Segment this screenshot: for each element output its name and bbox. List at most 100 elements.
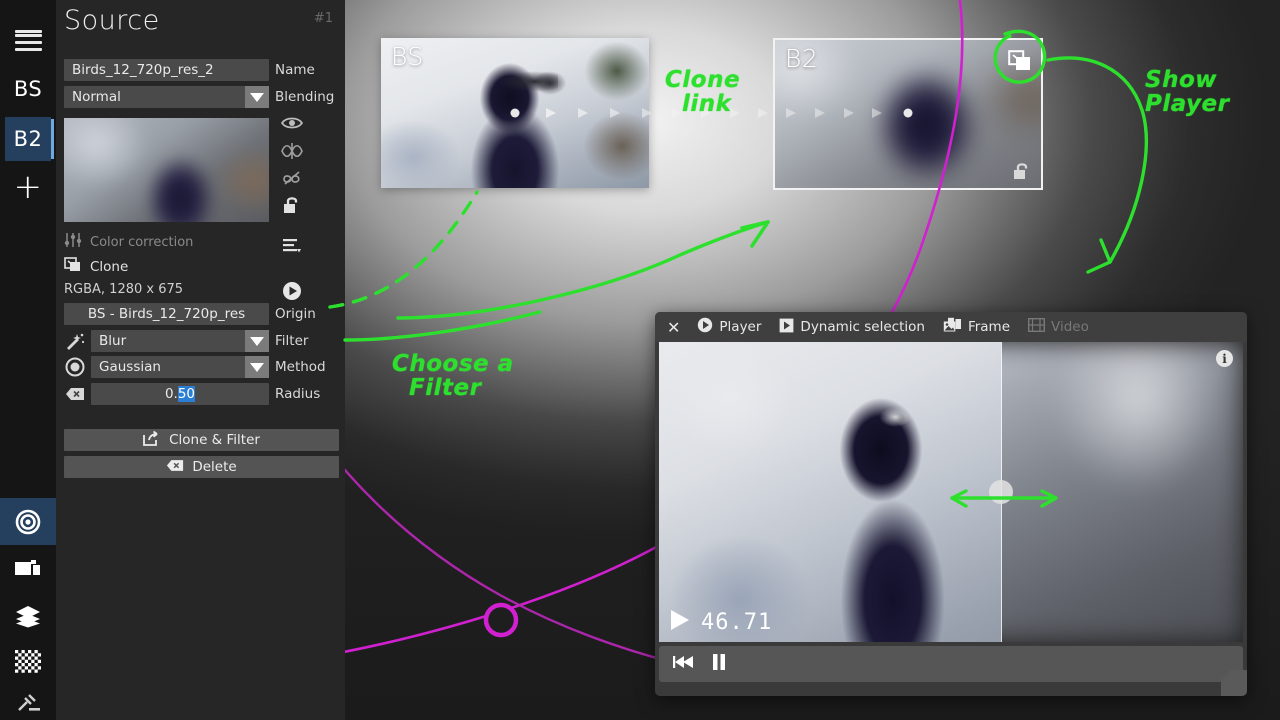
sliders-icon <box>64 232 82 252</box>
play-source-button[interactable] <box>279 278 305 304</box>
visibility-toggle[interactable] <box>279 110 305 136</box>
format-label: RGBA, 1280 x 675 <box>64 282 183 297</box>
name-input[interactable]: Birds_12_720p_res_2 <box>64 59 269 81</box>
blending-label: Blending <box>275 86 334 108</box>
layers-icon[interactable] <box>0 592 56 639</box>
filter-select-value: Blur <box>99 333 126 349</box>
list-menu-icon <box>279 232 305 258</box>
original-frame-image <box>659 342 1001 642</box>
tab-video[interactable]: Video <box>1019 312 1098 342</box>
filtered-frame-image <box>1001 342 1243 642</box>
player-tab-bar: ✕ Player Dynamic selection <box>655 312 1247 342</box>
film-icon <box>1028 318 1045 336</box>
name-input-value: Birds_12_720p_res_2 <box>72 62 214 78</box>
clone-and-filter-button[interactable]: Clone & Filter <box>64 429 339 451</box>
tab-player[interactable]: Player <box>688 312 770 342</box>
player-view-original <box>659 342 1001 642</box>
color-correction-row[interactable]: Color correction <box>64 232 193 252</box>
link-toggle[interactable] <box>279 166 305 192</box>
clone-and-filter-label: Clone & Filter <box>169 432 260 448</box>
app-root: BS B2 + <box>0 0 1280 720</box>
origin-label: Origin <box>275 303 316 325</box>
source-target-icon[interactable] <box>0 498 56 545</box>
filter-label: Filter <box>275 330 308 352</box>
radius-input[interactable]: 0.50 <box>91 383 269 405</box>
close-button[interactable]: ✕ <box>665 312 688 342</box>
canvas-card-bs[interactable]: BS <box>381 38 649 188</box>
pause-button[interactable] <box>711 653 727 675</box>
page-title: Source <box>64 5 160 36</box>
delete-icon <box>166 459 184 476</box>
clone-icon[interactable] <box>1007 48 1033 74</box>
lock-toggle[interactable] <box>279 192 305 218</box>
radius-value-selected: 50 <box>178 386 195 402</box>
panel-index-label: #1 <box>314 11 333 26</box>
split-slider-handle[interactable] <box>989 480 1013 504</box>
filter-select[interactable]: Blur <box>91 330 269 352</box>
method-select-value: Gaussian <box>99 359 161 375</box>
source-thumbnail-preview[interactable] <box>64 118 269 222</box>
radius-input-value: 0.50 <box>91 386 269 402</box>
card-b2-label: B2 <box>785 44 818 73</box>
unlock-icon[interactable] <box>1011 160 1033 182</box>
clone-row[interactable]: Clone <box>64 257 128 277</box>
alpha-toggle[interactable] <box>279 138 305 164</box>
square-play-icon <box>779 318 794 337</box>
tab-player-label: Player <box>719 319 761 335</box>
radius-value-prefix: 0. <box>165 386 178 402</box>
timecode-value: 46.71 <box>701 610 772 635</box>
color-correction-menu[interactable] <box>279 232 305 258</box>
player-viewport[interactable]: i 46.71 <box>659 342 1243 642</box>
delete-button[interactable]: Delete <box>64 456 339 478</box>
circle-play-icon <box>697 317 713 337</box>
blending-select-value: Normal <box>72 89 121 105</box>
player-controls <box>659 646 1243 682</box>
chevron-down-icon[interactable] <box>245 86 269 108</box>
checkerboard-icon[interactable] <box>0 639 56 686</box>
info-icon[interactable]: i <box>1216 350 1233 367</box>
method-label: Method <box>275 356 326 378</box>
alpha-icon <box>279 138 305 164</box>
eyedropper-icon[interactable] <box>0 686 56 720</box>
source-panel: Source #1 Birds_12_720p_res_2 Name Norma… <box>56 0 345 720</box>
chevron-down-icon[interactable] <box>245 330 269 352</box>
color-correction-label: Color correction <box>90 235 193 250</box>
layer-tab-b2-label: B2 <box>14 127 43 151</box>
frames-icon[interactable] <box>0 545 56 592</box>
delete-label: Delete <box>192 459 236 475</box>
origin-select[interactable]: BS - Birds_12_720p_res <box>64 303 269 325</box>
origin-select-value: BS - Birds_12_720p_res <box>88 306 245 322</box>
clone-label: Clone <box>90 259 128 275</box>
chevron-down-icon[interactable] <box>245 356 269 378</box>
resize-grip[interactable] <box>1221 670 1247 696</box>
tab-frame[interactable]: Frame <box>934 312 1019 342</box>
add-layer-button[interactable]: + <box>5 165 51 209</box>
layer-tab-bs-label: BS <box>14 77 42 101</box>
image-icon <box>943 317 962 337</box>
clear-field-icon[interactable] <box>64 383 86 405</box>
rail-bottom-group <box>0 498 56 720</box>
play-icon[interactable] <box>669 608 691 636</box>
left-icon-rail: BS B2 + <box>0 0 56 720</box>
card-bs-label: BS <box>391 42 424 71</box>
thumbnail-image <box>64 118 269 222</box>
broken-link-icon <box>279 166 305 192</box>
eye-icon <box>279 110 305 136</box>
unlock-icon <box>279 192 305 218</box>
rewind-button[interactable] <box>673 654 695 674</box>
tab-dynamic-selection[interactable]: Dynamic selection <box>770 312 934 342</box>
radius-label: Radius <box>275 383 320 405</box>
tab-frame-label: Frame <box>968 319 1010 335</box>
method-select[interactable]: Gaussian <box>91 356 269 378</box>
playback-timecode: 46.71 <box>669 608 772 636</box>
blending-select[interactable]: Normal <box>64 86 269 108</box>
magic-wand-icon <box>64 330 86 352</box>
player-window[interactable]: ✕ Player Dynamic selection <box>655 312 1247 696</box>
tab-video-label: Video <box>1051 319 1089 335</box>
tab-dynamic-selection-label: Dynamic selection <box>800 319 925 335</box>
player-view-filtered <box>1001 342 1243 642</box>
layer-tab-bs[interactable]: BS <box>5 67 51 111</box>
hamburger-icon[interactable] <box>0 8 56 55</box>
canvas-card-b2[interactable]: B2 <box>773 38 1043 190</box>
layer-tab-b2[interactable]: B2 <box>5 117 51 161</box>
